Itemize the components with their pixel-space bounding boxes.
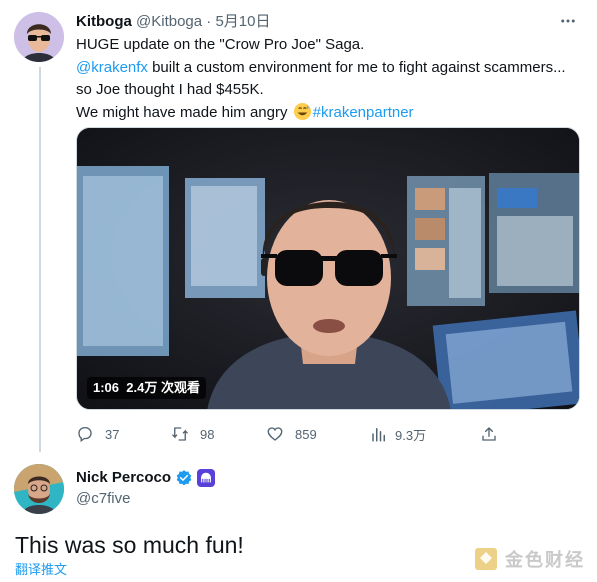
dot-separator: ·	[206, 13, 212, 30]
avatar-nick-percoco[interactable]	[14, 464, 64, 514]
video-thumbnail	[77, 128, 579, 409]
verified-badge-icon[interactable]	[175, 469, 193, 487]
video-views: 2.4万 次观看	[126, 380, 200, 395]
thread-connector-line	[39, 67, 41, 452]
retweet-button[interactable]: 98	[171, 422, 214, 446]
more-icon	[561, 19, 575, 23]
sweat-smile-emoji-icon	[293, 102, 311, 120]
reply-text: This was so much fun!	[15, 532, 244, 558]
reply-header: Nick Percoco	[76, 468, 216, 488]
video-duration: 1:06	[93, 380, 120, 395]
analytics-icon	[372, 428, 385, 442]
views-button[interactable]: 9.3万	[370, 422, 426, 446]
avatar-nick-image	[14, 464, 64, 514]
share-button[interactable]	[480, 422, 498, 446]
video-player[interactable]: 1:06 2.4万 次观看	[76, 127, 580, 410]
kraken-logo-icon	[201, 472, 212, 483]
tweet-text: HUGE update on the "Crow Pro Joe" Saga. …	[76, 34, 586, 124]
kraken-org-badge[interactable]	[197, 469, 216, 487]
video-duration-views-badge: 1:06 2.4万 次观看	[87, 377, 206, 399]
watermark-text: 金色财经	[505, 550, 585, 570]
reply-author-handle[interactable]: @c7five	[76, 489, 130, 509]
hashtag-link[interactable]: #krakenpartner	[313, 104, 414, 121]
tweet-actions: 37 98 859 9.3万	[76, 422, 506, 446]
reply-icon	[78, 426, 92, 443]
avatar-kitboga-image	[14, 12, 64, 62]
tweet-date[interactable]: 5月10日	[215, 13, 270, 30]
tweet-text-line-4-prefix: We might have made him angry	[76, 103, 292, 121]
watermark: 金色财经	[473, 546, 585, 572]
tweet-text-line-3: so Joe thought I had $455K.	[76, 81, 264, 98]
more-options-button[interactable]	[557, 10, 579, 32]
tweet-text-line-1: HUGE update on the "Crow Pro Joe" Saga.	[76, 36, 365, 53]
translate-tweet-link[interactable]: 翻译推文	[15, 561, 67, 579]
jinse-logo-icon	[475, 548, 497, 570]
retweet-count: 98	[200, 426, 215, 442]
author-handle[interactable]: @Kitboga	[136, 13, 202, 30]
tweet-text-line-2-rest: built a custom environment for me to fig…	[147, 58, 566, 76]
tweet-text-line-2: @krakenfx built a custom environment for…	[76, 57, 586, 80]
retweet-icon	[172, 427, 188, 441]
views-count: 9.3万	[395, 427, 427, 443]
avatar-kitboga[interactable]	[14, 12, 64, 62]
like-button[interactable]: 859	[266, 422, 317, 446]
reply-author-name[interactable]: Nick Percoco	[76, 468, 171, 488]
author-name[interactable]: Kitboga	[76, 13, 132, 30]
reply-button[interactable]: 37	[76, 422, 119, 446]
tweet-header: Kitboga @Kitboga · 5月10日	[76, 12, 270, 32]
heart-icon	[267, 427, 283, 441]
like-count: 859	[295, 426, 317, 442]
reply-count: 37	[105, 426, 120, 442]
tweet-thread: Kitboga @Kitboga · 5月10日 HUGE update on …	[0, 0, 597, 582]
share-icon	[482, 427, 496, 441]
mention-link[interactable]: @krakenfx	[76, 59, 148, 76]
tweet-text-line-4: We might have made him angry #krakenpart…	[76, 102, 586, 125]
